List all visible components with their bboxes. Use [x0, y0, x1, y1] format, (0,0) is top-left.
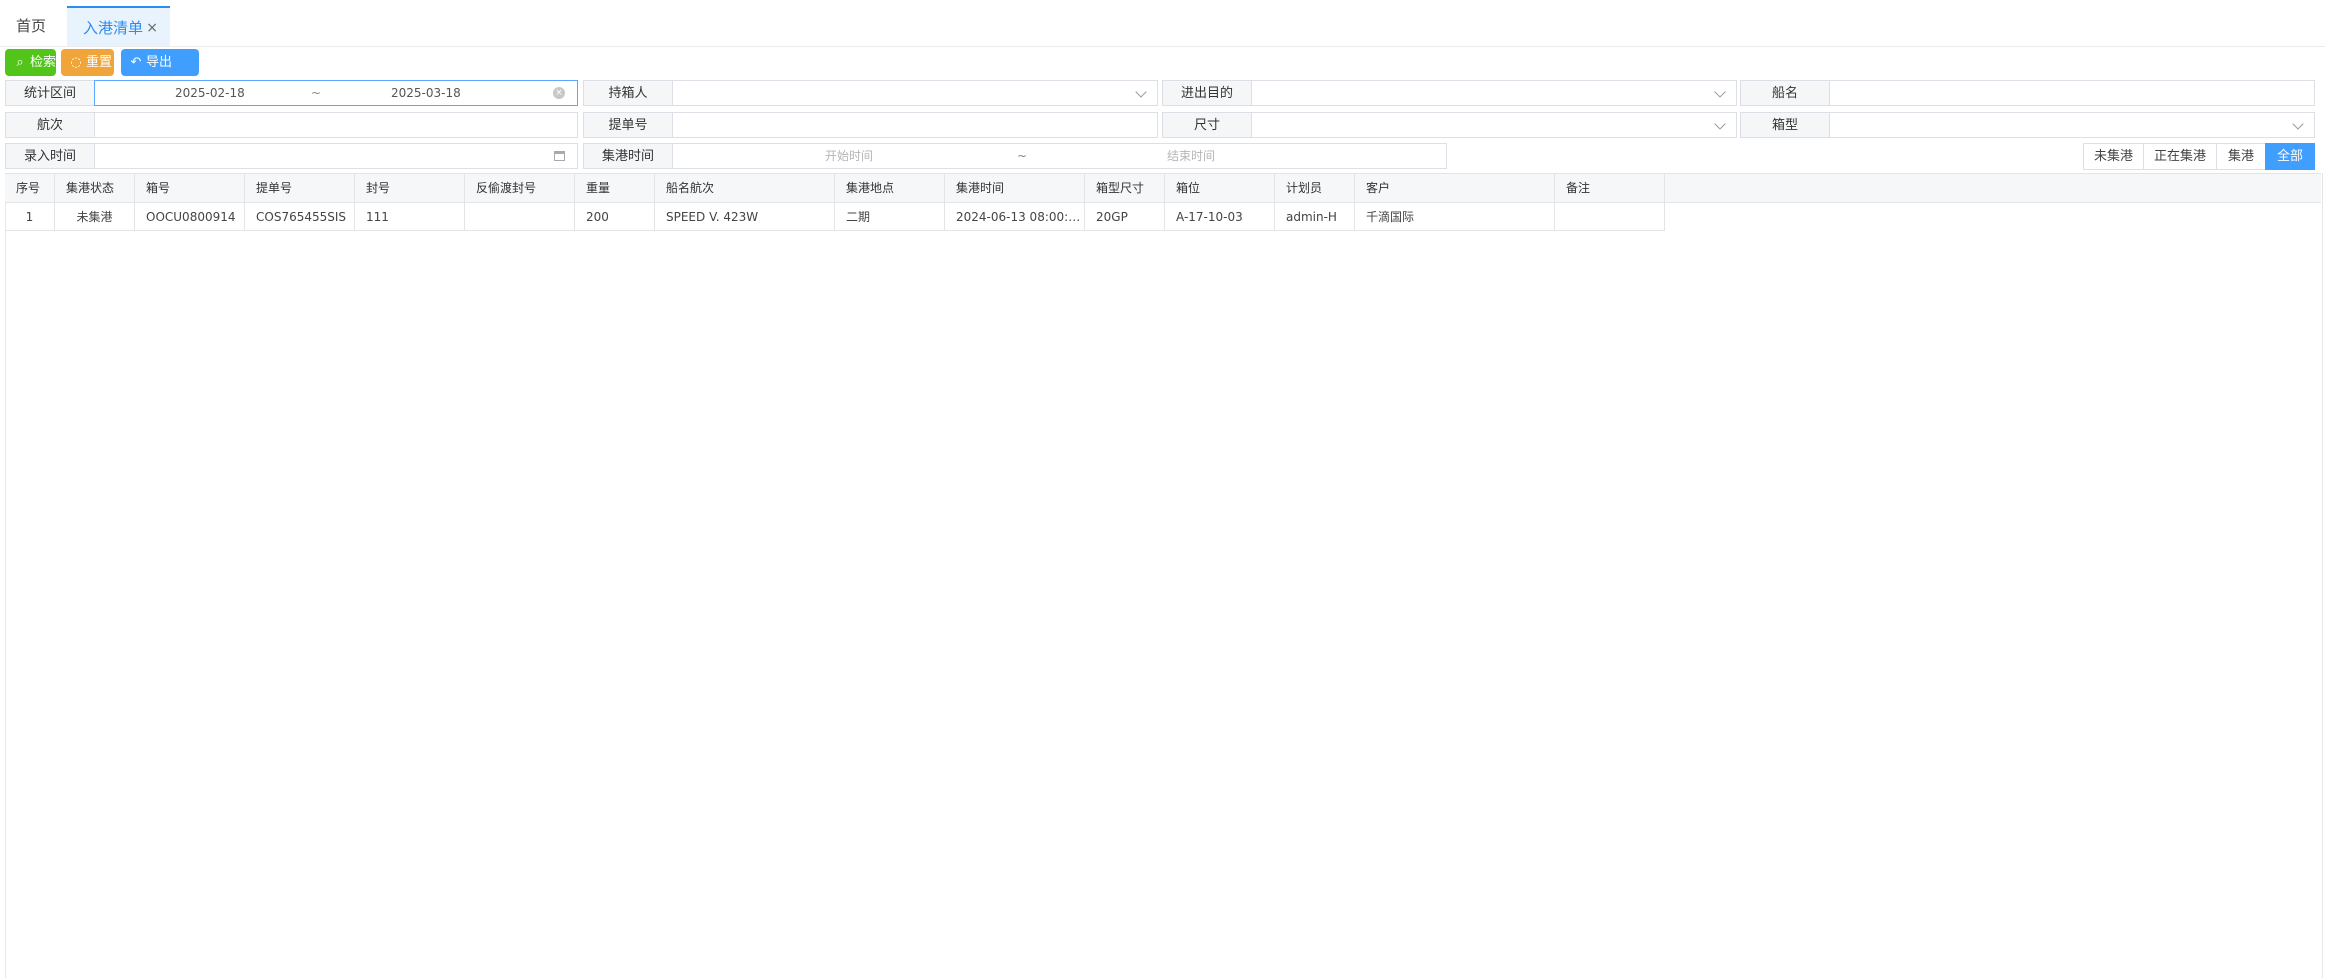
- table-row[interactable]: 1 未集港 OOCU0800914 COS765455SIS 111 200 S…: [5, 203, 1665, 231]
- table-header: 序号 集港状态 箱号 提单号 封号 反偷渡封号 重量 船名航次 集港地点 集港时…: [5, 173, 2321, 203]
- filter-all[interactable]: 全部: [2265, 143, 2315, 170]
- box-type-label: 箱型: [1740, 112, 1830, 138]
- col-header[interactable]: 箱位: [1165, 174, 1275, 202]
- cell-box-no: OOCU0800914: [135, 203, 245, 231]
- col-header[interactable]: 箱型尺寸: [1085, 174, 1165, 202]
- collect-end-placeholder: 结束时间: [1167, 149, 1216, 163]
- collect-time-label: 集港时间: [583, 143, 673, 169]
- tab-inbound-list[interactable]: 入港清单 ×: [67, 6, 170, 46]
- cell-status: 未集港: [55, 203, 135, 231]
- cell-bill-no: COS765455SIS: [245, 203, 355, 231]
- cell-planner: admin-H: [1275, 203, 1355, 231]
- voyage-label: 航次: [5, 112, 95, 138]
- share-icon: ↶: [130, 55, 142, 70]
- export-excel-button[interactable]: ↶导出Excel: [121, 49, 199, 97]
- tab-bar: 首页 入港清单 ×: [0, 0, 2325, 47]
- stat-range-input[interactable]: 2025-02-18 ~ 2025-03-18 ×: [94, 80, 578, 106]
- stat-range-end: 2025-03-18: [391, 86, 461, 100]
- cell-weight: 200: [575, 203, 655, 231]
- voyage-input[interactable]: [94, 112, 578, 138]
- cell-collect-time: 2024-06-13 08:00:00...: [945, 203, 1085, 231]
- chevron-down-icon: [1714, 118, 1726, 130]
- holder-select[interactable]: [672, 80, 1158, 106]
- col-header[interactable]: 序号: [5, 174, 55, 202]
- size-select[interactable]: [1251, 112, 1737, 138]
- holder-label: 持箱人: [583, 80, 673, 106]
- col-header[interactable]: 反偷渡封号: [465, 174, 575, 202]
- cell-customer: 千滴国际: [1355, 203, 1555, 231]
- col-header[interactable]: 封号: [355, 174, 465, 202]
- purpose-select[interactable]: [1251, 80, 1737, 106]
- col-header[interactable]: 箱号: [135, 174, 245, 202]
- data-grid: [5, 173, 2323, 978]
- clear-icon[interactable]: ×: [553, 87, 565, 99]
- cell-ship-voyage: SPEED V. 423W: [655, 203, 835, 231]
- col-header[interactable]: 客户: [1355, 174, 1555, 202]
- entry-time-input[interactable]: [94, 143, 578, 169]
- cell-box-position: A-17-10-03: [1165, 203, 1275, 231]
- stat-range-start: 2025-02-18: [175, 86, 245, 100]
- cell-seal-no: 111: [355, 203, 465, 231]
- entry-time-label: 录入时间: [5, 143, 95, 169]
- size-label: 尺寸: [1162, 112, 1252, 138]
- cell-box-size: 20GP: [1085, 203, 1165, 231]
- calendar-icon: [554, 151, 565, 161]
- col-header[interactable]: 计划员: [1275, 174, 1355, 202]
- bill-no-input[interactable]: [672, 112, 1158, 138]
- refresh-icon: ◌: [70, 55, 82, 70]
- ship-name-label: 船名: [1740, 80, 1830, 106]
- col-header[interactable]: 船名航次: [655, 174, 835, 202]
- filter-not-collected[interactable]: 未集港: [2083, 143, 2144, 170]
- purpose-label: 进出目的: [1162, 80, 1252, 106]
- col-header[interactable]: 集港时间: [945, 174, 1085, 202]
- cell-collect-location: 二期: [835, 203, 945, 231]
- bill-no-label: 提单号: [583, 112, 673, 138]
- col-header[interactable]: 提单号: [245, 174, 355, 202]
- col-header[interactable]: 备注: [1555, 174, 1665, 202]
- col-header[interactable]: 重量: [575, 174, 655, 202]
- cell-remark: [1555, 203, 1665, 231]
- cell-index: 1: [5, 203, 55, 231]
- close-icon[interactable]: ×: [146, 8, 158, 48]
- search-button[interactable]: ⌕ 检索: [5, 49, 56, 76]
- filter-collecting[interactable]: 正在集港: [2143, 143, 2217, 170]
- stat-range-label: 统计区间: [5, 80, 95, 106]
- search-icon: ⌕: [16, 55, 24, 70]
- tab-label: 入港清单: [83, 19, 144, 37]
- filter-collected[interactable]: 集港: [2216, 143, 2266, 170]
- ship-name-input[interactable]: [1829, 80, 2315, 106]
- tab-home[interactable]: 首页: [16, 6, 56, 46]
- collect-start-placeholder: 开始时间: [825, 149, 874, 163]
- chevron-down-icon: [1135, 86, 1147, 98]
- chevron-down-icon: [2292, 118, 2304, 130]
- range-separator: ~: [1017, 149, 1028, 163]
- chevron-down-icon: [1714, 86, 1726, 98]
- col-header[interactable]: 集港状态: [55, 174, 135, 202]
- collect-time-range[interactable]: 开始时间 ~ 结束时间: [672, 143, 1447, 169]
- reset-button[interactable]: ◌ 重置: [61, 49, 114, 76]
- range-separator: ~: [311, 86, 322, 100]
- box-type-select[interactable]: [1829, 112, 2315, 138]
- cell-anti-smuggle-seal: [465, 203, 575, 231]
- col-header[interactable]: 集港地点: [835, 174, 945, 202]
